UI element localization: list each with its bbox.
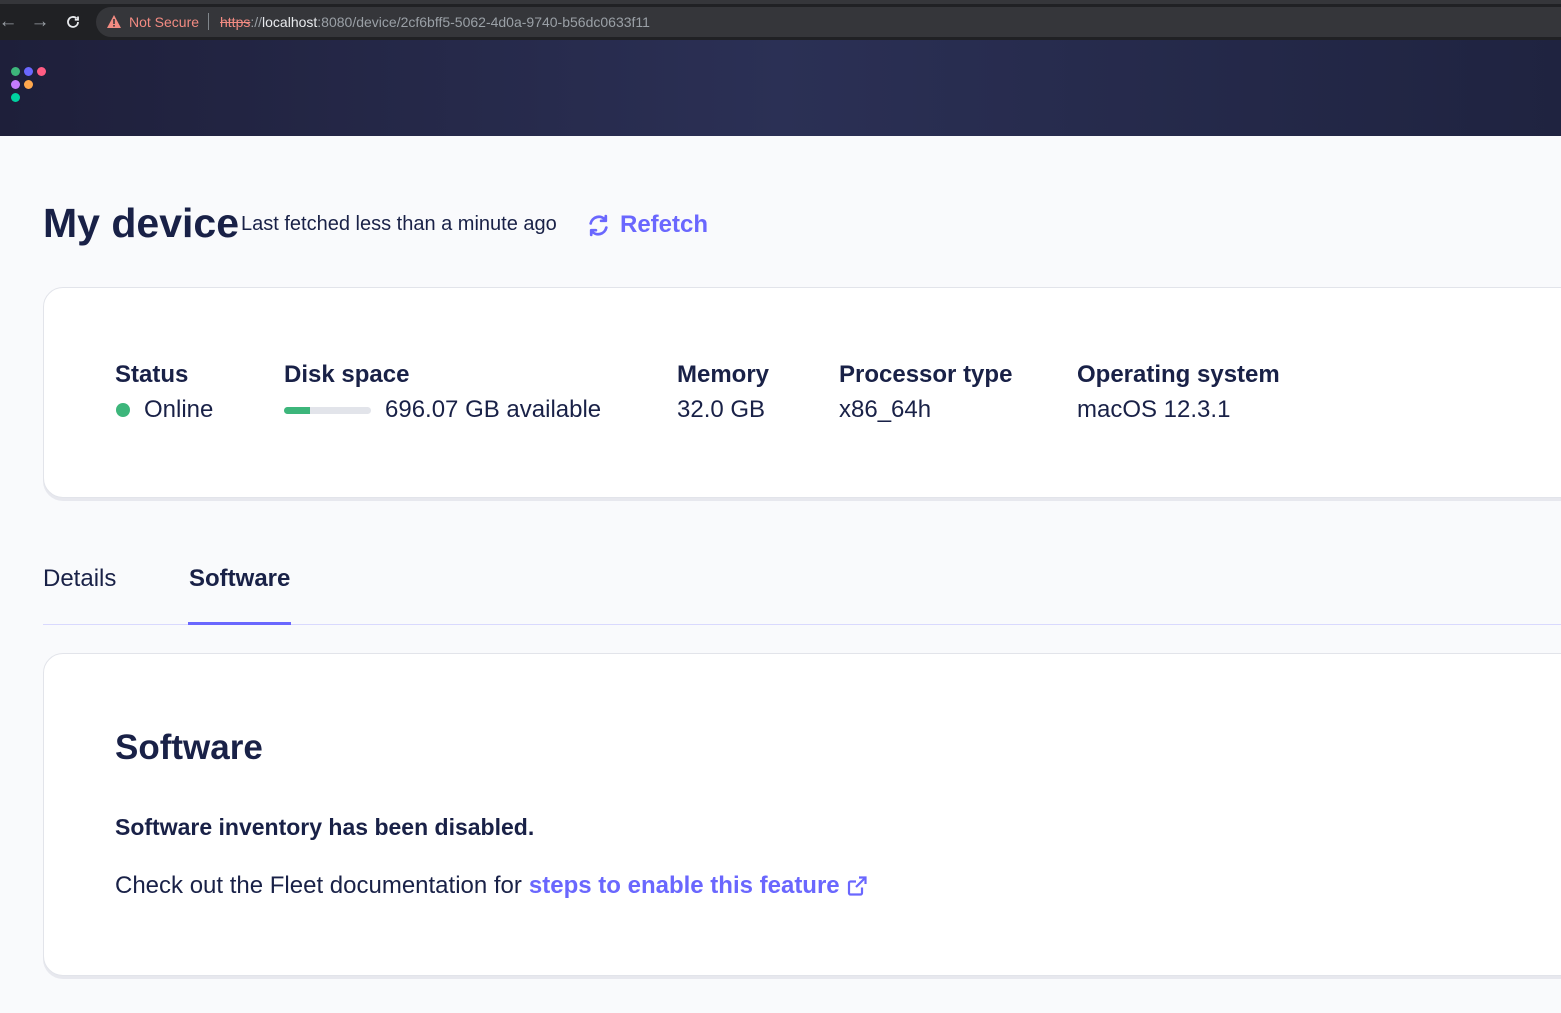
device-summary-card: Status Online Disk space 696.07 GB avail… bbox=[43, 287, 1561, 498]
status-field: Status Online bbox=[115, 361, 213, 424]
processor-field: Processor type x86_64h bbox=[839, 361, 1012, 424]
status-label: Status bbox=[115, 361, 189, 388]
url-divider bbox=[208, 13, 209, 30]
logo-dot bbox=[37, 67, 46, 76]
software-card: Software Software inventory has been dis… bbox=[43, 653, 1561, 976]
status-value: Online bbox=[144, 396, 214, 423]
page-title: My device bbox=[43, 200, 239, 246]
enable-feature-link-text: steps to enable this feature bbox=[528, 872, 840, 899]
online-status-dot bbox=[116, 403, 130, 417]
software-disabled-message: Software inventory has been disabled. bbox=[115, 814, 535, 840]
url-text[interactable]: https://localhost:8080/device/2cf6bff5-5… bbox=[220, 14, 650, 30]
tab-software[interactable]: Software bbox=[188, 565, 292, 625]
url-path: :8080/device/2cf6bff5-5062-4d0a-9740-b56… bbox=[317, 14, 650, 30]
url-host: localhost bbox=[262, 14, 318, 30]
memory-field: Memory 32.0 GB bbox=[677, 361, 769, 424]
last-fetched-text: Last fetched less than a minute ago bbox=[241, 213, 557, 235]
forward-arrow-icon[interactable]: → bbox=[28, 10, 52, 34]
logo-dot bbox=[11, 80, 20, 89]
app-header bbox=[0, 40, 1561, 136]
status-value-row: Online bbox=[115, 396, 213, 424]
software-title: Software bbox=[115, 728, 263, 767]
os-field: Operating system macOS 12.3.1 bbox=[1077, 361, 1280, 424]
docs-prefix-text: Check out the Fleet documentation for bbox=[115, 872, 522, 899]
fleet-logo-icon[interactable] bbox=[11, 67, 51, 107]
memory-value: 32.0 GB bbox=[677, 396, 766, 423]
enable-feature-link[interactable]: steps to enable this feature bbox=[529, 872, 868, 900]
refresh-icon bbox=[589, 214, 608, 236]
memory-label: Memory bbox=[677, 361, 770, 388]
security-label[interactable]: Not Secure bbox=[129, 14, 199, 30]
logo-dot bbox=[11, 67, 20, 76]
disk-space-field: Disk space 696.07 GB available bbox=[284, 361, 601, 424]
external-link-icon bbox=[847, 876, 867, 896]
tab-details[interactable]: Details bbox=[43, 565, 116, 625]
browser-toolbar: ← → Not Secure https://localhost:8080/de… bbox=[0, 0, 1561, 40]
os-label: Operating system bbox=[1077, 361, 1280, 388]
disk-space-value: 696.07 GB available bbox=[385, 396, 602, 423]
url-scheme: https bbox=[220, 14, 251, 30]
back-arrow-icon[interactable]: ← bbox=[0, 10, 20, 34]
refetch-button[interactable]: Refetch bbox=[586, 211, 708, 239]
processor-value: x86_64h bbox=[839, 396, 932, 423]
device-tabs: Details Software bbox=[43, 564, 1561, 625]
logo-dot bbox=[24, 80, 33, 89]
disk-space-value-row: 696.07 GB available bbox=[284, 396, 601, 424]
os-value: macOS 12.3.1 bbox=[1077, 396, 1231, 423]
logo-dot bbox=[11, 93, 20, 102]
processor-label: Processor type bbox=[839, 361, 1013, 388]
logo-dot bbox=[24, 67, 33, 76]
disk-usage-fill bbox=[284, 406, 311, 414]
disk-space-label: Disk space bbox=[284, 361, 410, 388]
warning-icon bbox=[107, 15, 121, 28]
url-separator: :// bbox=[250, 14, 263, 30]
reload-icon[interactable] bbox=[61, 10, 85, 34]
refetch-label: Refetch bbox=[620, 211, 709, 238]
address-bar[interactable]: Not Secure https://localhost:8080/device… bbox=[96, 7, 1561, 37]
disk-usage-bar bbox=[284, 406, 371, 414]
software-docs-text: Check out the Fleet documentation for st… bbox=[115, 872, 868, 900]
